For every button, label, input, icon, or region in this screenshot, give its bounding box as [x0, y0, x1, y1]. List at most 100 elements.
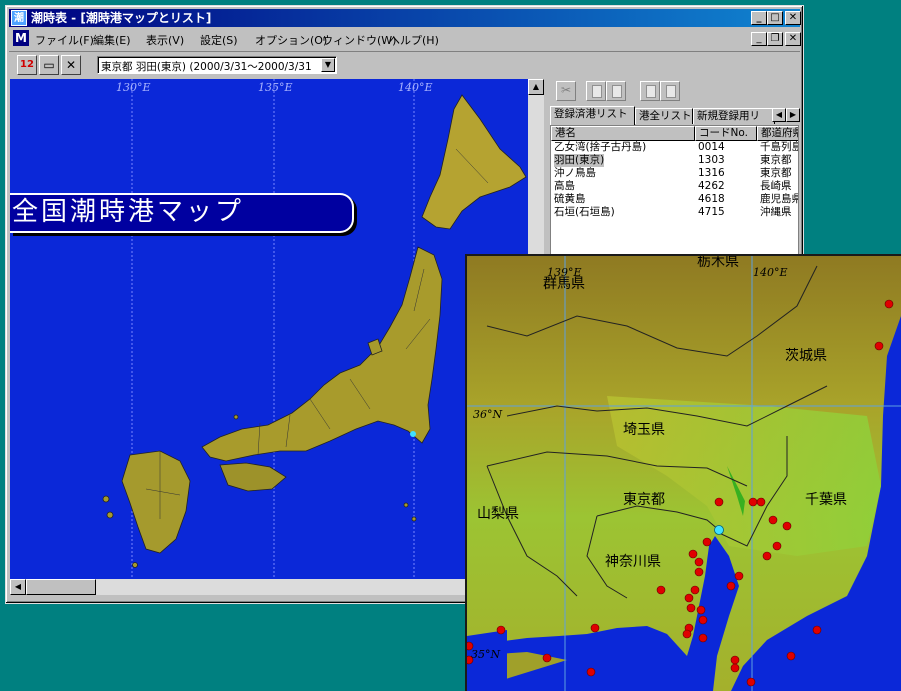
- toolbar: 12 ▭ ✕ 東京都 羽田(東京) (2000/3/31～2000/3/31 ▼: [9, 51, 800, 78]
- menu-options[interactable]: オプション(O): [255, 32, 327, 48]
- paste-button[interactable]: [606, 81, 626, 101]
- port-marker[interactable]: [694, 567, 704, 577]
- port-marker[interactable]: [702, 537, 712, 547]
- code-cell: 0014: [698, 141, 725, 153]
- port-marker[interactable]: [768, 515, 778, 525]
- maximize-button[interactable]: □: [767, 11, 783, 25]
- title-bar[interactable]: 潮 潮時表 - [潮時港マップとリスト] _ □ ✕: [9, 9, 801, 27]
- header-port-name[interactable]: 港名: [551, 126, 695, 141]
- blank-window-icon: ▭: [43, 58, 55, 72]
- child-minimize-button[interactable]: _: [751, 32, 767, 46]
- port-marker[interactable]: [656, 585, 666, 595]
- port-marker[interactable]: [762, 551, 772, 561]
- label-kanagawa: 神奈川県: [605, 554, 661, 570]
- port-marker[interactable]: [696, 605, 706, 615]
- port-marker[interactable]: [726, 581, 736, 591]
- selected-port-marker[interactable]: [410, 431, 416, 437]
- tab-scroll-right-icon[interactable]: ▶: [786, 108, 800, 122]
- port-marker[interactable]: [698, 615, 708, 625]
- port-marker[interactable]: [496, 625, 506, 635]
- label-ibaraki: 茨城県: [785, 348, 827, 364]
- cut-button[interactable]: ✂: [556, 81, 576, 101]
- list-item[interactable]: 石垣(石垣島) 4715 沖縄県: [551, 206, 798, 219]
- port-marker[interactable]: [682, 629, 692, 639]
- port-marker[interactable]: [756, 497, 766, 507]
- map-horizontal-scrollbar[interactable]: ◀: [10, 579, 528, 595]
- label-saitama: 埼玉県: [623, 422, 665, 438]
- port-marker[interactable]: [694, 557, 704, 567]
- port-marker[interactable]: [698, 633, 708, 643]
- detail-map-window[interactable]: 群馬県 栃木県 茨城県 埼玉県 東京都 千葉県 山梨県 神奈川県 139°E 1…: [465, 254, 901, 691]
- coord-36n: 36°N: [473, 408, 502, 421]
- menu-window[interactable]: ウィンドウ(W): [322, 32, 396, 48]
- japan-map[interactable]: 130°E 135°E 140°E 全国潮時港マップ: [10, 79, 528, 587]
- list-item[interactable]: 硫黄島 4618 鹿児島県: [551, 193, 799, 206]
- port-date-combo[interactable]: 東京都 羽田(東京) (2000/3/31～2000/3/31 ▼: [97, 56, 337, 74]
- list-item[interactable]: 高島 4262 長崎県: [551, 180, 798, 193]
- menu-file[interactable]: ファイル(F): [35, 32, 94, 48]
- header-code[interactable]: コードNo.: [695, 126, 757, 141]
- prefecture-cell: 鹿児島県: [760, 193, 799, 205]
- port-name-cell: 高島: [554, 180, 575, 192]
- dropdown-arrow-icon[interactable]: ▼: [321, 58, 335, 72]
- tab-new-register[interactable]: 新規登録用リ: [693, 108, 775, 124]
- port-marker[interactable]: [714, 497, 724, 507]
- copy-button[interactable]: [586, 81, 606, 101]
- delete-button[interactable]: [660, 81, 680, 101]
- menu-view[interactable]: 表示(V): [146, 32, 184, 48]
- scroll-up-button[interactable]: ▲: [528, 79, 544, 95]
- port-marker[interactable]: [684, 593, 694, 603]
- port-list-panel: ✂ 登録済港リスト 港全リスト 新規登録用リ ◀ ▶ 港名 コードNo. 都道府…: [548, 78, 800, 258]
- tab-all-ports[interactable]: 港全リスト: [635, 108, 693, 124]
- list-item[interactable]: 羽田(東京) 1303 東京都: [551, 154, 798, 167]
- port-marker[interactable]: [688, 549, 698, 559]
- app-icon[interactable]: 潮: [11, 10, 27, 26]
- port-marker[interactable]: [590, 623, 600, 633]
- lon-135: 135°E: [258, 81, 293, 94]
- prefecture-cell: 千島列島: [760, 141, 799, 153]
- port-marker[interactable]: [730, 655, 740, 665]
- list-item[interactable]: 沖ノ鳥島 1316 東京都: [551, 167, 798, 180]
- copy2-button[interactable]: [640, 81, 660, 101]
- port-marker[interactable]: [542, 653, 552, 663]
- tab-registered[interactable]: 登録済港リスト: [550, 106, 635, 125]
- port-list[interactable]: 港名 コードNo. 都道府県 乙女湾(捨子古丹島) 0014 千島列島 羽田(東京) 1…: [550, 125, 799, 258]
- scroll-thumb[interactable]: [26, 579, 96, 595]
- mdi-child-icon[interactable]: M: [13, 30, 29, 46]
- label-tokyo: 東京都: [623, 492, 665, 508]
- port-marker[interactable]: [467, 641, 474, 651]
- port-marker[interactable]: [772, 541, 782, 551]
- port-marker[interactable]: [734, 571, 744, 581]
- port-marker[interactable]: [874, 341, 884, 351]
- port-marker[interactable]: [746, 677, 756, 687]
- lon-140: 140°E: [398, 81, 433, 94]
- scroll-left-button[interactable]: ◀: [10, 579, 26, 595]
- tab-scroll-left-icon[interactable]: ◀: [772, 108, 786, 122]
- port-marker[interactable]: [586, 667, 596, 677]
- port-marker[interactable]: [467, 655, 474, 665]
- port-marker[interactable]: [884, 299, 894, 309]
- list-item[interactable]: 乙女湾(捨子古丹島) 0014 千島列島: [551, 141, 799, 154]
- label-chiba: 千葉県: [805, 492, 847, 508]
- calendar-button[interactable]: 12: [17, 55, 37, 75]
- port-marker[interactable]: [686, 603, 696, 613]
- japan-landmass: [102, 94, 527, 568]
- coord-140e: 140°E: [753, 266, 788, 279]
- header-prefecture[interactable]: 都道府県: [757, 126, 798, 141]
- child-close-button[interactable]: ✕: [785, 32, 801, 46]
- port-marker[interactable]: [748, 497, 758, 507]
- menu-help[interactable]: ヘルプ(H): [389, 32, 439, 48]
- port-marker[interactable]: [690, 585, 700, 595]
- menu-settings[interactable]: 設定(S): [200, 32, 238, 48]
- port-marker[interactable]: [782, 521, 792, 531]
- child-restore-button[interactable]: ❐: [767, 32, 783, 46]
- port-marker[interactable]: [812, 625, 822, 635]
- window-button[interactable]: ▭: [39, 55, 59, 75]
- close-button[interactable]: ✕: [785, 11, 801, 25]
- haneda-selected-marker[interactable]: [714, 525, 724, 535]
- menu-edit[interactable]: 編集(E): [93, 32, 131, 48]
- port-marker[interactable]: [786, 651, 796, 661]
- minimize-button[interactable]: _: [751, 11, 767, 25]
- close-map-button[interactable]: ✕: [61, 55, 81, 75]
- port-marker[interactable]: [730, 663, 740, 673]
